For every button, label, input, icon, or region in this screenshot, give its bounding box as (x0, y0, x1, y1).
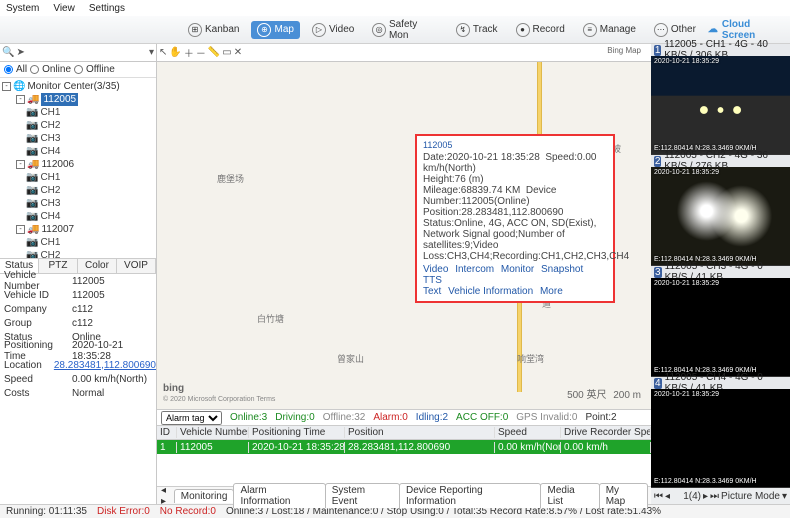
popup-vehinfo-link[interactable]: Vehicle Information (448, 286, 533, 297)
pointer-icon[interactable]: ↖ (159, 47, 167, 58)
tab-monitoring[interactable]: Monitoring (174, 489, 235, 503)
record-icon: ● (516, 23, 530, 37)
tool-safety[interactable]: ◎Safety Mon (366, 17, 444, 43)
filter-online-radio[interactable] (30, 65, 39, 74)
cloud-icon: ☁ (708, 24, 718, 35)
chevron-down-icon[interactable]: ▾ (782, 491, 787, 502)
area-icon[interactable]: ▭ (222, 47, 231, 58)
other-icon: ⋯ (654, 23, 668, 37)
camera-tile-2[interactable]: 2112005 - CH2 - 4G - 36 KB/S / 276 KB 20… (651, 155, 790, 266)
bottom-tabs: ◂ ▸ Monitoring Alarm Information System … (157, 486, 651, 504)
cam-back-icon[interactable]: ◂ (665, 491, 670, 502)
filter-all-label: All (16, 64, 27, 75)
menu-view[interactable]: View (53, 3, 75, 14)
popup-more-link[interactable]: More (540, 286, 563, 297)
cam-prev-icon[interactable]: ⏮ (654, 491, 663, 502)
status-info-table: Vehicle Number112005 Vehicle ID112005 Co… (0, 274, 156, 400)
arrow-icon[interactable]: ➤ (16, 47, 24, 58)
left-toolbar: 🔍 ➤ ▾ (0, 44, 156, 62)
kanban-icon: ⊞ (188, 23, 202, 37)
filter-online-label: Online (42, 64, 71, 75)
popup-snapshot-link[interactable]: Snapshot (541, 264, 583, 275)
tab-alarm-info[interactable]: Alarm Information (233, 483, 325, 508)
zoom-out-icon[interactable]: － (196, 45, 206, 60)
bing-map-label: Bing Map (607, 46, 641, 55)
cloud-screen-link[interactable]: ☁Cloud Screen (708, 19, 784, 41)
zoom-in-icon[interactable]: ＋ (184, 45, 194, 60)
tool-video[interactable]: ▷Video (306, 21, 360, 39)
location-link[interactable]: 28.283481,112.800690 (52, 360, 156, 371)
camera-controls: ⏮ ◂ 1(4) ▸ ⏭ Picture Mode ▾ (651, 488, 790, 504)
map-toolbar: ↖ ✋ ＋ － 📏 ▭ ✕ Bing Map (157, 44, 651, 62)
camera-panel: 1112005 - CH1 - 4G - 40 KB/S / 306 KB 20… (651, 44, 790, 504)
alarm-tag-select[interactable]: Alarm tag (161, 411, 222, 425)
cam-fwd-icon[interactable]: ▸ (703, 491, 708, 502)
tool-kanban[interactable]: ⊞Kanban (182, 21, 245, 39)
filter-all-radio[interactable] (4, 65, 13, 74)
map-canvas[interactable]: 鹿堡场 大塘坡 上桥堂 白竹塘 曾家山 响堂湾 黄桥大道 112005 Date… (157, 62, 651, 410)
table-row[interactable]: 11120052020-10-21 18:35:2828.283481,112.… (157, 440, 651, 454)
cam-next-icon[interactable]: ⏭ (710, 491, 719, 502)
tool-record[interactable]: ●Record (510, 21, 571, 39)
camera-tile-1[interactable]: 1112005 - CH1 - 4G - 40 KB/S / 306 KB 20… (651, 44, 790, 155)
tool-manage[interactable]: ≡Manage (577, 21, 642, 39)
vehicle-grid: IDVehicle NumberPositioning TimePosition… (157, 426, 651, 486)
safety-icon: ◎ (372, 23, 386, 37)
popup-tts-link[interactable]: TTS (423, 275, 442, 286)
tab-media-list[interactable]: Media List (540, 483, 599, 508)
popup-video-link[interactable]: Video (423, 264, 448, 275)
picture-mode-button[interactable]: Picture Mode (721, 491, 780, 502)
menu-system[interactable]: System (6, 3, 39, 14)
ruler-icon[interactable]: 📏 (208, 47, 220, 58)
filter-offline-label: Offline (86, 64, 115, 75)
map-icon: ⊕ (257, 23, 271, 37)
tab-voip[interactable]: VOIP (117, 259, 156, 273)
manage-icon: ≡ (583, 23, 597, 37)
tool-track[interactable]: ↯Track (450, 21, 504, 39)
tab-device-report[interactable]: Device Reporting Information (399, 483, 542, 508)
tab-system-event[interactable]: System Event (325, 483, 400, 508)
search-icon[interactable]: 🔍 (2, 47, 14, 58)
camera-tile-3[interactable]: 3112005 - CH3 - 4G - 0 KB/S / 41 KB 2020… (651, 266, 790, 377)
hand-icon[interactable]: ✋ (169, 47, 181, 58)
vehicle-tree[interactable]: -🌐 Monitor Center(3/35) -🚚 112005 📷 CH1 … (0, 78, 156, 258)
clear-icon[interactable]: ✕ (234, 47, 242, 58)
menu-settings[interactable]: Settings (89, 3, 125, 14)
chevron-down-icon[interactable]: ▾ (149, 47, 154, 58)
vehicle-status-strip: Alarm tag Online:3 Driving:0 Offline:32 … (157, 410, 651, 426)
tool-map[interactable]: ⊕Map (251, 21, 299, 39)
vehicle-info-popup: 112005 Date:2020-10-21 18:35:28 Speed:0.… (415, 134, 615, 303)
popup-text-link[interactable]: Text (423, 286, 441, 297)
tool-other[interactable]: ⋯Other (648, 21, 702, 39)
tab-my-map[interactable]: My Map (599, 483, 648, 508)
cam-page: 1(4) (683, 491, 701, 502)
track-icon: ↯ (456, 23, 470, 37)
popup-intercom-link[interactable]: Intercom (455, 264, 494, 275)
camera-tile-4[interactable]: 4112005 - CH4 - 4G - 0 KB/S / 41 KB 2020… (651, 377, 790, 488)
tab-color[interactable]: Color (78, 259, 117, 273)
popup-monitor-link[interactable]: Monitor (501, 264, 534, 275)
filter-offline-radio[interactable] (74, 65, 83, 74)
video-icon: ▷ (312, 23, 326, 37)
